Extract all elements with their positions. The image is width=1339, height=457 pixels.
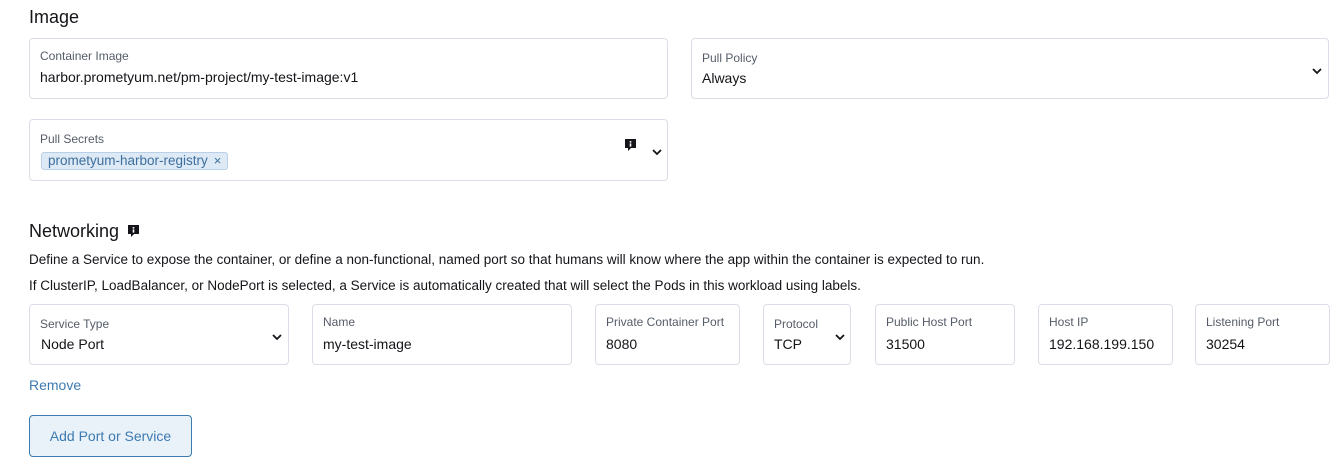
pull-secrets-select[interactable]: Pull Secrets prometyum-harbor-registry × [29,119,668,181]
container-image-value[interactable]: harbor.prometyum.net/pm-project/my-test-… [40,69,358,85]
networking-description-2: If ClusterIP, LoadBalancer, or NodePort … [29,278,861,293]
host-ip-label: Host IP [1049,315,1089,329]
public-host-port-input[interactable]: Public Host Port 31500 [875,304,1015,365]
info-icon[interactable] [624,138,636,151]
protocol-value: TCP [774,336,802,352]
private-container-port-value[interactable]: 8080 [606,336,637,352]
port-name-input[interactable]: Name my-test-image [312,304,572,365]
chevron-down-icon[interactable] [270,330,284,344]
pull-secret-tag-label: prometyum-harbor-registry [48,153,208,168]
listening-port-input[interactable]: Listening Port 30254 [1195,304,1330,365]
protocol-label: Protocol [774,317,819,331]
host-ip-input[interactable]: Host IP 192.168.199.150 [1038,304,1173,365]
private-container-port-input[interactable]: Private Container Port 8080 [595,304,740,365]
service-type-label: Service Type [40,317,110,331]
pull-policy-value: Always [702,70,747,86]
container-image-label: Container Image [40,49,129,63]
pull-secrets-label: Pull Secrets [40,132,105,146]
pull-policy-label: Pull Policy [702,51,758,65]
host-ip-value[interactable]: 192.168.199.150 [1049,336,1154,352]
chevron-down-icon[interactable] [650,145,664,159]
service-type-value: Node Port [41,336,105,352]
networking-section-title: Networking [29,221,120,241]
container-image-field[interactable]: Container Image harbor.prometyum.net/pm-… [29,38,668,99]
port-name-value[interactable]: my-test-image [323,336,412,352]
listening-port-label: Listening Port [1206,315,1280,329]
service-type-select[interactable]: Service Type Node Port [29,304,289,365]
listening-port-value[interactable]: 30254 [1206,336,1245,352]
add-port-or-service-button[interactable]: Add Port or Service [29,415,192,457]
info-icon[interactable] [127,224,139,237]
pull-secret-tag: prometyum-harbor-registry × [41,152,229,170]
pull-policy-select[interactable]: Pull Policy Always [691,38,1329,99]
private-container-port-label: Private Container Port [606,315,725,329]
chevron-down-icon[interactable] [833,330,847,344]
close-icon[interactable]: × [214,153,222,168]
public-host-port-label: Public Host Port [886,315,973,329]
chevron-down-icon[interactable] [1310,64,1324,78]
image-section-title: Image [29,7,80,27]
protocol-select[interactable]: Protocol TCP [763,304,851,365]
networking-description-1: Define a Service to expose the container… [29,252,985,267]
port-name-label: Name [323,315,356,329]
remove-port-link[interactable]: Remove [29,377,81,393]
public-host-port-value[interactable]: 31500 [886,336,925,352]
